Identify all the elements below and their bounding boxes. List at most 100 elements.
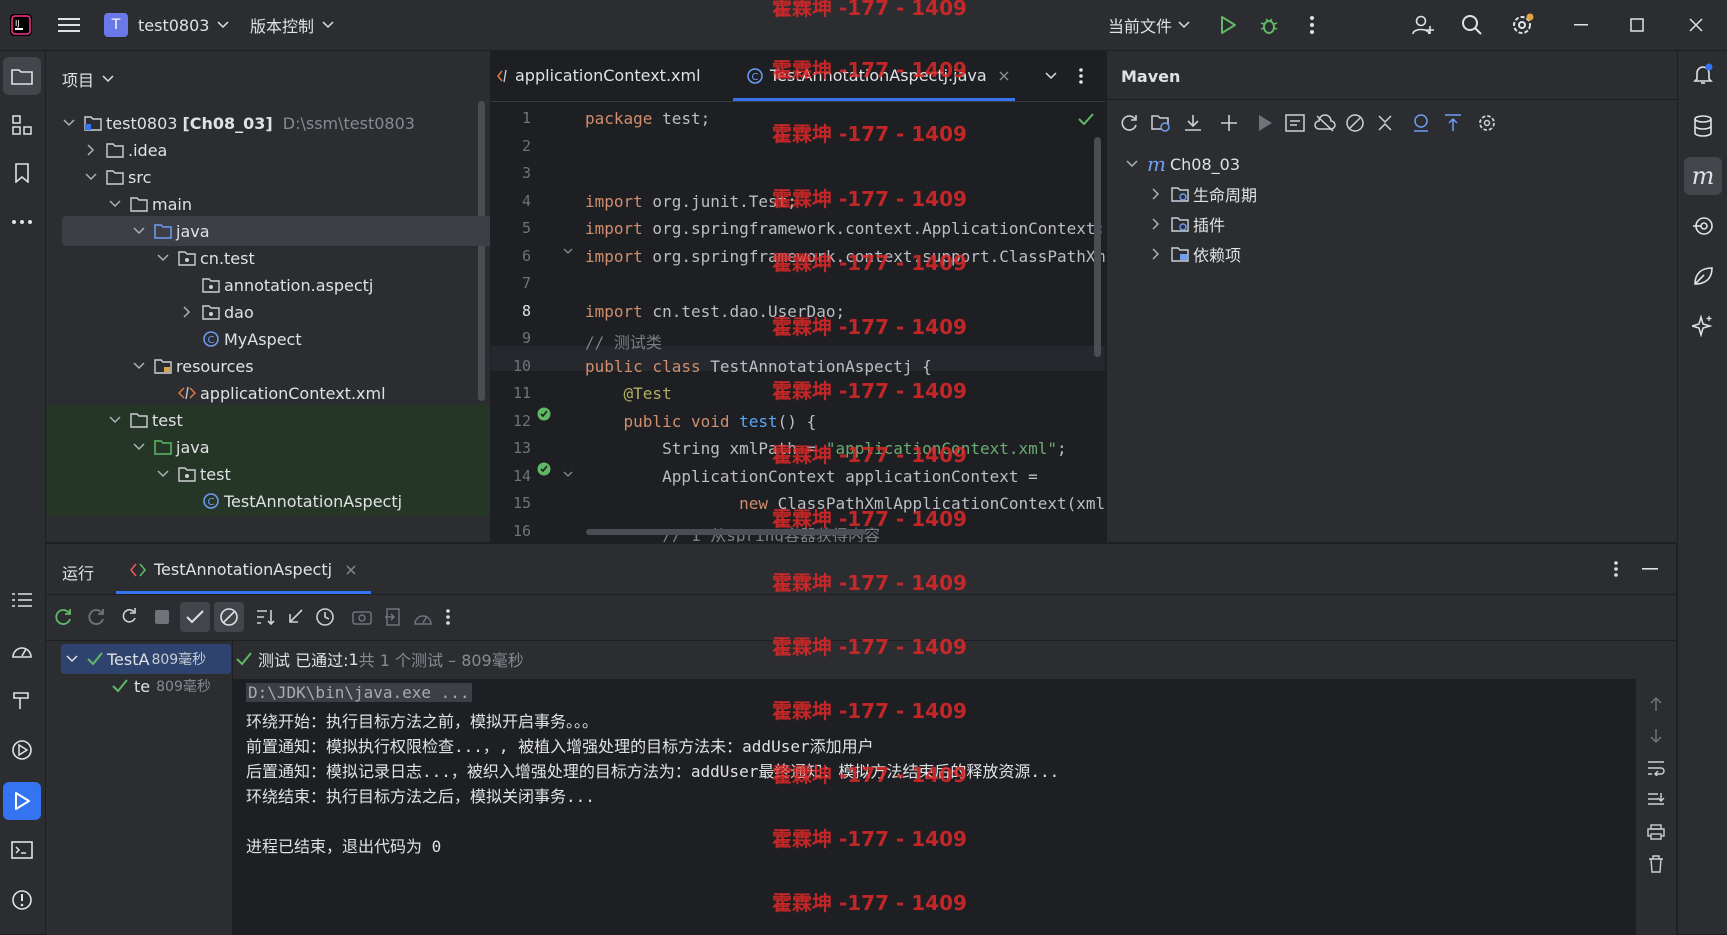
tab-more-icon[interactable] [1071, 66, 1091, 86]
build-hammer-icon[interactable] [5, 683, 39, 717]
sort-icon[interactable] [252, 604, 278, 630]
tree-item-main[interactable]: main [46, 189, 490, 219]
hide-panel-icon[interactable] [1640, 559, 1660, 579]
intellij-logo-icon[interactable]: IJ [8, 12, 34, 38]
tree-item-test[interactable]: test [46, 405, 490, 435]
code-line[interactable]: new ClassPathXmlApplicationContext(xmlPa… [585, 494, 1105, 513]
more-tools-icon[interactable] [5, 205, 39, 239]
code-line[interactable]: package test; [585, 109, 710, 128]
clear-trash-icon[interactable] [1646, 854, 1666, 874]
profiler-icon[interactable] [5, 633, 39, 667]
tree-item-dao[interactable]: dao [46, 297, 490, 327]
main-menu-icon[interactable] [56, 13, 82, 37]
settings-gear-icon[interactable] [1508, 12, 1536, 38]
tab-test-annotation-aspectj[interactable]: C TestAnnotationAspectj.java [746, 66, 1009, 85]
print-icon[interactable] [1646, 822, 1666, 842]
ai-assistant-sparkle-icon[interactable] [1686, 309, 1720, 343]
rerun-icon[interactable] [50, 604, 76, 630]
structure-icon[interactable] [5, 108, 39, 142]
project-folder-icon[interactable] [3, 57, 41, 95]
code-line[interactable]: import org.junit.Test; [585, 192, 797, 211]
bookmarks-icon[interactable] [5, 156, 39, 190]
test-tree-root[interactable]: TestA 809毫秒 [61, 644, 231, 674]
todo-list-icon[interactable] [5, 583, 39, 617]
terminal-icon[interactable] [5, 833, 39, 867]
close-window-icon[interactable] [1683, 12, 1709, 38]
database-icon[interactable] [1686, 109, 1720, 143]
tree-item-cn-test[interactable]: cn.test [46, 243, 490, 273]
services-icon[interactable] [5, 733, 39, 767]
tree-item-test-package[interactable]: test [46, 459, 490, 489]
tree-item-src[interactable]: src [46, 162, 490, 192]
project-panel-header[interactable]: 项目 [62, 67, 114, 91]
spring-leaf-icon[interactable] [1686, 259, 1720, 293]
maximize-window-icon[interactable] [1624, 12, 1650, 38]
maven-lifecycle[interactable]: 生命周期 [1107, 179, 1709, 209]
debug-icon[interactable] [1257, 13, 1281, 37]
rerun-failed-icon[interactable] [83, 604, 109, 630]
code-line[interactable]: String xmlPath = "applicationContext.xml… [585, 439, 1067, 458]
fold-chevron-icon[interactable] [561, 244, 575, 258]
code-line[interactable]: // 测试类 [585, 329, 662, 353]
run-test-gutter-icon[interactable] [535, 460, 553, 478]
run-toolbar-more-icon[interactable] [438, 604, 458, 630]
scroll-to-end-icon[interactable] [1646, 790, 1666, 810]
code-line[interactable]: import cn.test.dao.UserDao; [585, 302, 845, 321]
minimize-window-icon[interactable] [1568, 12, 1594, 38]
tree-item-application-context-xml[interactable]: applicationContext.xml [46, 378, 490, 408]
execute-goal-icon[interactable] [1283, 111, 1307, 135]
tree-item-main-java[interactable]: java [62, 216, 490, 246]
reload-icon[interactable] [1117, 111, 1141, 135]
show-passed-toggle-icon[interactable] [180, 602, 210, 632]
add-icon[interactable] [1217, 111, 1241, 135]
collapse-all-icon[interactable] [1373, 111, 1397, 135]
fold-chevron-icon[interactable] [561, 467, 575, 481]
toggle-tree-icon[interactable] [1441, 111, 1465, 135]
run-test-gutter-icon[interactable] [535, 405, 553, 423]
tree-item-idea[interactable]: .idea [46, 135, 490, 165]
editor-vertical-scrollbar[interactable] [1094, 137, 1101, 357]
code-line[interactable]: import org.springframework.context.suppo… [585, 247, 1105, 266]
close-tab-icon[interactable] [999, 71, 1009, 81]
show-dependencies-icon[interactable] [1409, 111, 1433, 135]
download-icon[interactable] [1181, 111, 1205, 135]
maven-plugins[interactable]: 插件 [1107, 209, 1709, 239]
soft-wrap-icon[interactable] [1646, 758, 1666, 778]
test-history-clock-icon[interactable] [312, 604, 338, 630]
tree-item-project-root[interactable]: test0803 [Ch08_03] D:\ssm\test0803 [46, 108, 490, 138]
run-tool-icon[interactable] [3, 782, 41, 820]
tab-list-chevron-icon[interactable] [1041, 66, 1061, 86]
maven-tool-icon[interactable]: m [1684, 157, 1722, 195]
offline-mode-icon[interactable] [1313, 111, 1337, 135]
run-icon[interactable] [1216, 13, 1240, 37]
code-line[interactable]: import org.springframework.context.Appli… [585, 219, 1105, 238]
editor-horizontal-scrollbar[interactable] [586, 529, 866, 535]
code-area[interactable]: package test; import org.junit.Test; impor… [491, 109, 1105, 542]
maven-tree-root[interactable]: m Ch08_03 [1107, 149, 1685, 179]
run-tab-test-annotation-aspectj[interactable]: TestAnnotationAspectj [130, 560, 356, 579]
coverage-icon[interactable] [410, 604, 436, 630]
tree-item-test-annotation-aspectj[interactable]: C TestAnnotationAspectj [46, 486, 490, 516]
collapse-tests-icon[interactable] [282, 604, 308, 630]
tab-application-context-xml[interactable]: applicationContext.xml [497, 66, 701, 85]
add-user-icon[interactable] [1410, 12, 1436, 38]
import-tests-icon[interactable] [380, 604, 406, 630]
search-icon[interactable] [1459, 12, 1485, 38]
more-actions-icon[interactable] [1300, 13, 1324, 37]
tree-item-myaspect[interactable]: C MyAspect [46, 324, 490, 354]
console-output[interactable]: D:\JDK\bin\java.exe ... 环绕开始：执行目标方法之前，模拟… [233, 679, 1636, 935]
run-maven-build-icon[interactable] [1253, 111, 1277, 135]
close-tab-icon[interactable] [346, 565, 356, 575]
code-line[interactable]: ApplicationContext applicationContext = [585, 467, 1038, 486]
problems-icon[interactable] [5, 883, 39, 917]
maven-settings-icon[interactable] [1475, 111, 1499, 135]
stop-icon[interactable] [149, 604, 175, 630]
skip-tests-icon[interactable] [1343, 111, 1367, 135]
toggle-auto-test-icon[interactable] [116, 604, 142, 630]
notifications-bell-icon[interactable] [1686, 57, 1720, 91]
scroll-down-arrow-icon[interactable] [1646, 726, 1666, 746]
maven-dependencies[interactable]: 依赖项 [1107, 239, 1709, 269]
vcs-widget[interactable]: 版本控制 [250, 12, 334, 38]
run-config-selector[interactable]: 当前文件 [1108, 12, 1190, 38]
code-line[interactable]: @Test [585, 384, 672, 403]
